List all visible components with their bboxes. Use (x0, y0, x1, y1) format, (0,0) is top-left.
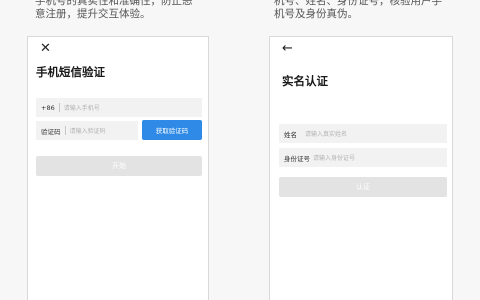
back-arrow-icon[interactable]: ← (282, 41, 293, 57)
name-input[interactable]: 请输入真实姓名 (305, 129, 347, 138)
caption-left: 手机号的真实性和准确性，防止恶意注册，提升交互体验。 (35, 0, 193, 20)
field-divider (64, 126, 66, 135)
page-title: 实名认证 (282, 74, 328, 88)
code-field-label: 验证码 (41, 127, 61, 136)
country-code-prefix[interactable]: +86 (36, 104, 55, 112)
name-field-label: 姓名 (284, 130, 297, 139)
get-code-button[interactable]: 获取验证码 (142, 120, 202, 140)
code-field[interactable]: 验证码 请输入验证码 (36, 121, 138, 140)
id-number-input[interactable]: 请输入身份证号 (313, 153, 355, 162)
page-title: 手机短信验证 (36, 65, 105, 79)
start-button[interactable]: 开始 (36, 156, 202, 176)
code-input[interactable]: 请输入验证码 (70, 126, 106, 135)
real-name-screen: ← 实名认证 姓名 请输入真实姓名 身份证号 请输入身份证号 认证 (269, 36, 453, 300)
phone-input[interactable]: 请输入手机号 (64, 103, 100, 112)
sms-verification-screen: ✕ 手机短信验证 +86 请输入手机号 验证码 请输入验证码 获取验证码 开始 (27, 36, 209, 300)
phone-field[interactable]: +86 请输入手机号 (36, 98, 202, 117)
id-number-field[interactable]: 身份证号 请输入身份证号 (279, 148, 447, 167)
caption-right: 机号、姓名、身份证号，核验用户手机号及身份真伪。 (274, 0, 442, 20)
close-icon[interactable]: ✕ (40, 41, 51, 57)
id-field-label: 身份证号 (284, 154, 310, 163)
verify-button[interactable]: 认证 (279, 177, 447, 197)
field-divider (58, 103, 60, 112)
name-field[interactable]: 姓名 请输入真实姓名 (279, 124, 447, 143)
